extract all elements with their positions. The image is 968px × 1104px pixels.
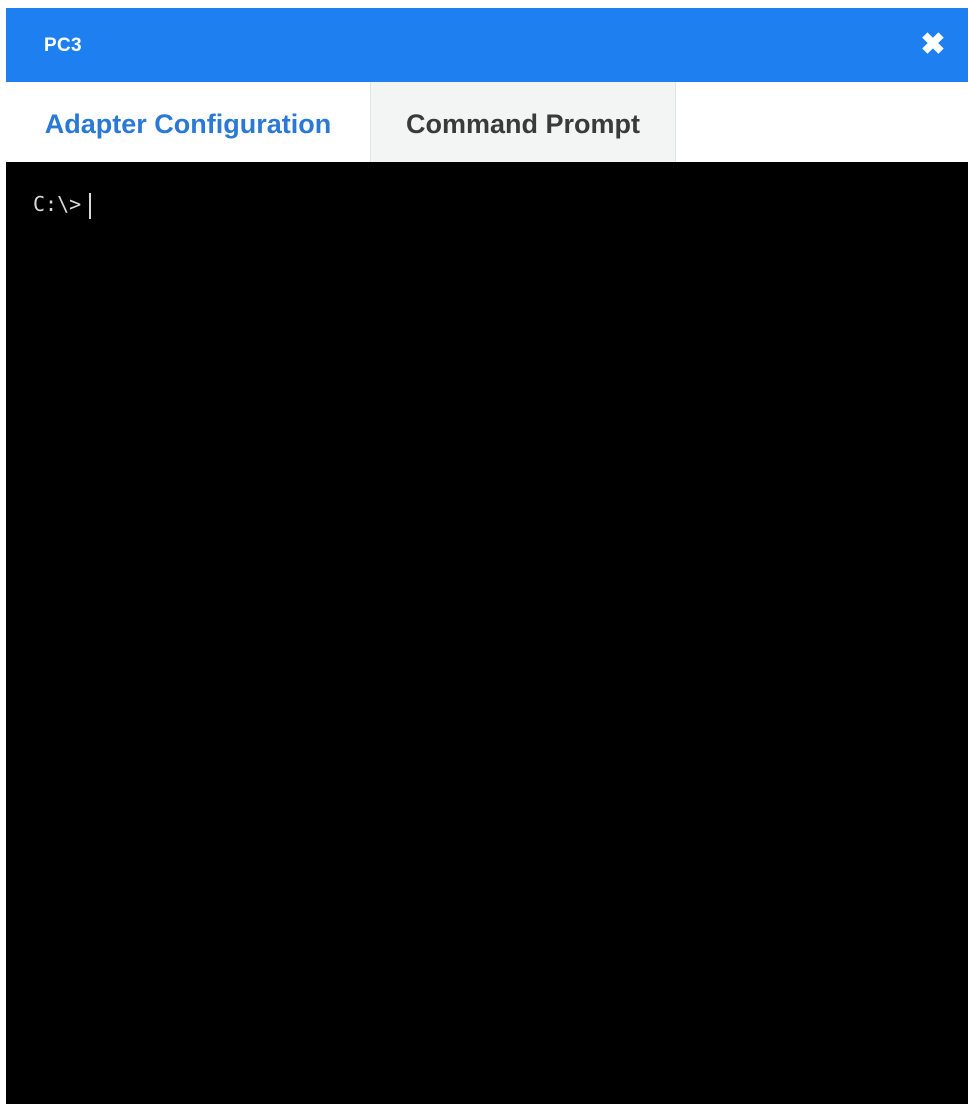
tab-command-prompt[interactable]: Command Prompt — [370, 82, 676, 162]
text-cursor — [89, 192, 92, 219]
tab-bar: Adapter Configuration Command Prompt — [6, 82, 968, 162]
close-icon[interactable]: ✖ — [916, 28, 950, 62]
window-titlebar: PC3 ✖ — [6, 8, 968, 82]
window-title: PC3 — [44, 35, 82, 56]
prompt-text: C:\> — [33, 192, 82, 216]
prompt-line: C:\> — [33, 192, 92, 219]
tab-adapter-configuration[interactable]: Adapter Configuration — [6, 82, 370, 162]
command-prompt-terminal[interactable]: C:\> — [6, 162, 968, 1104]
pc3-window: PC3 ✖ Adapter Configuration Command Prom… — [6, 8, 968, 1104]
